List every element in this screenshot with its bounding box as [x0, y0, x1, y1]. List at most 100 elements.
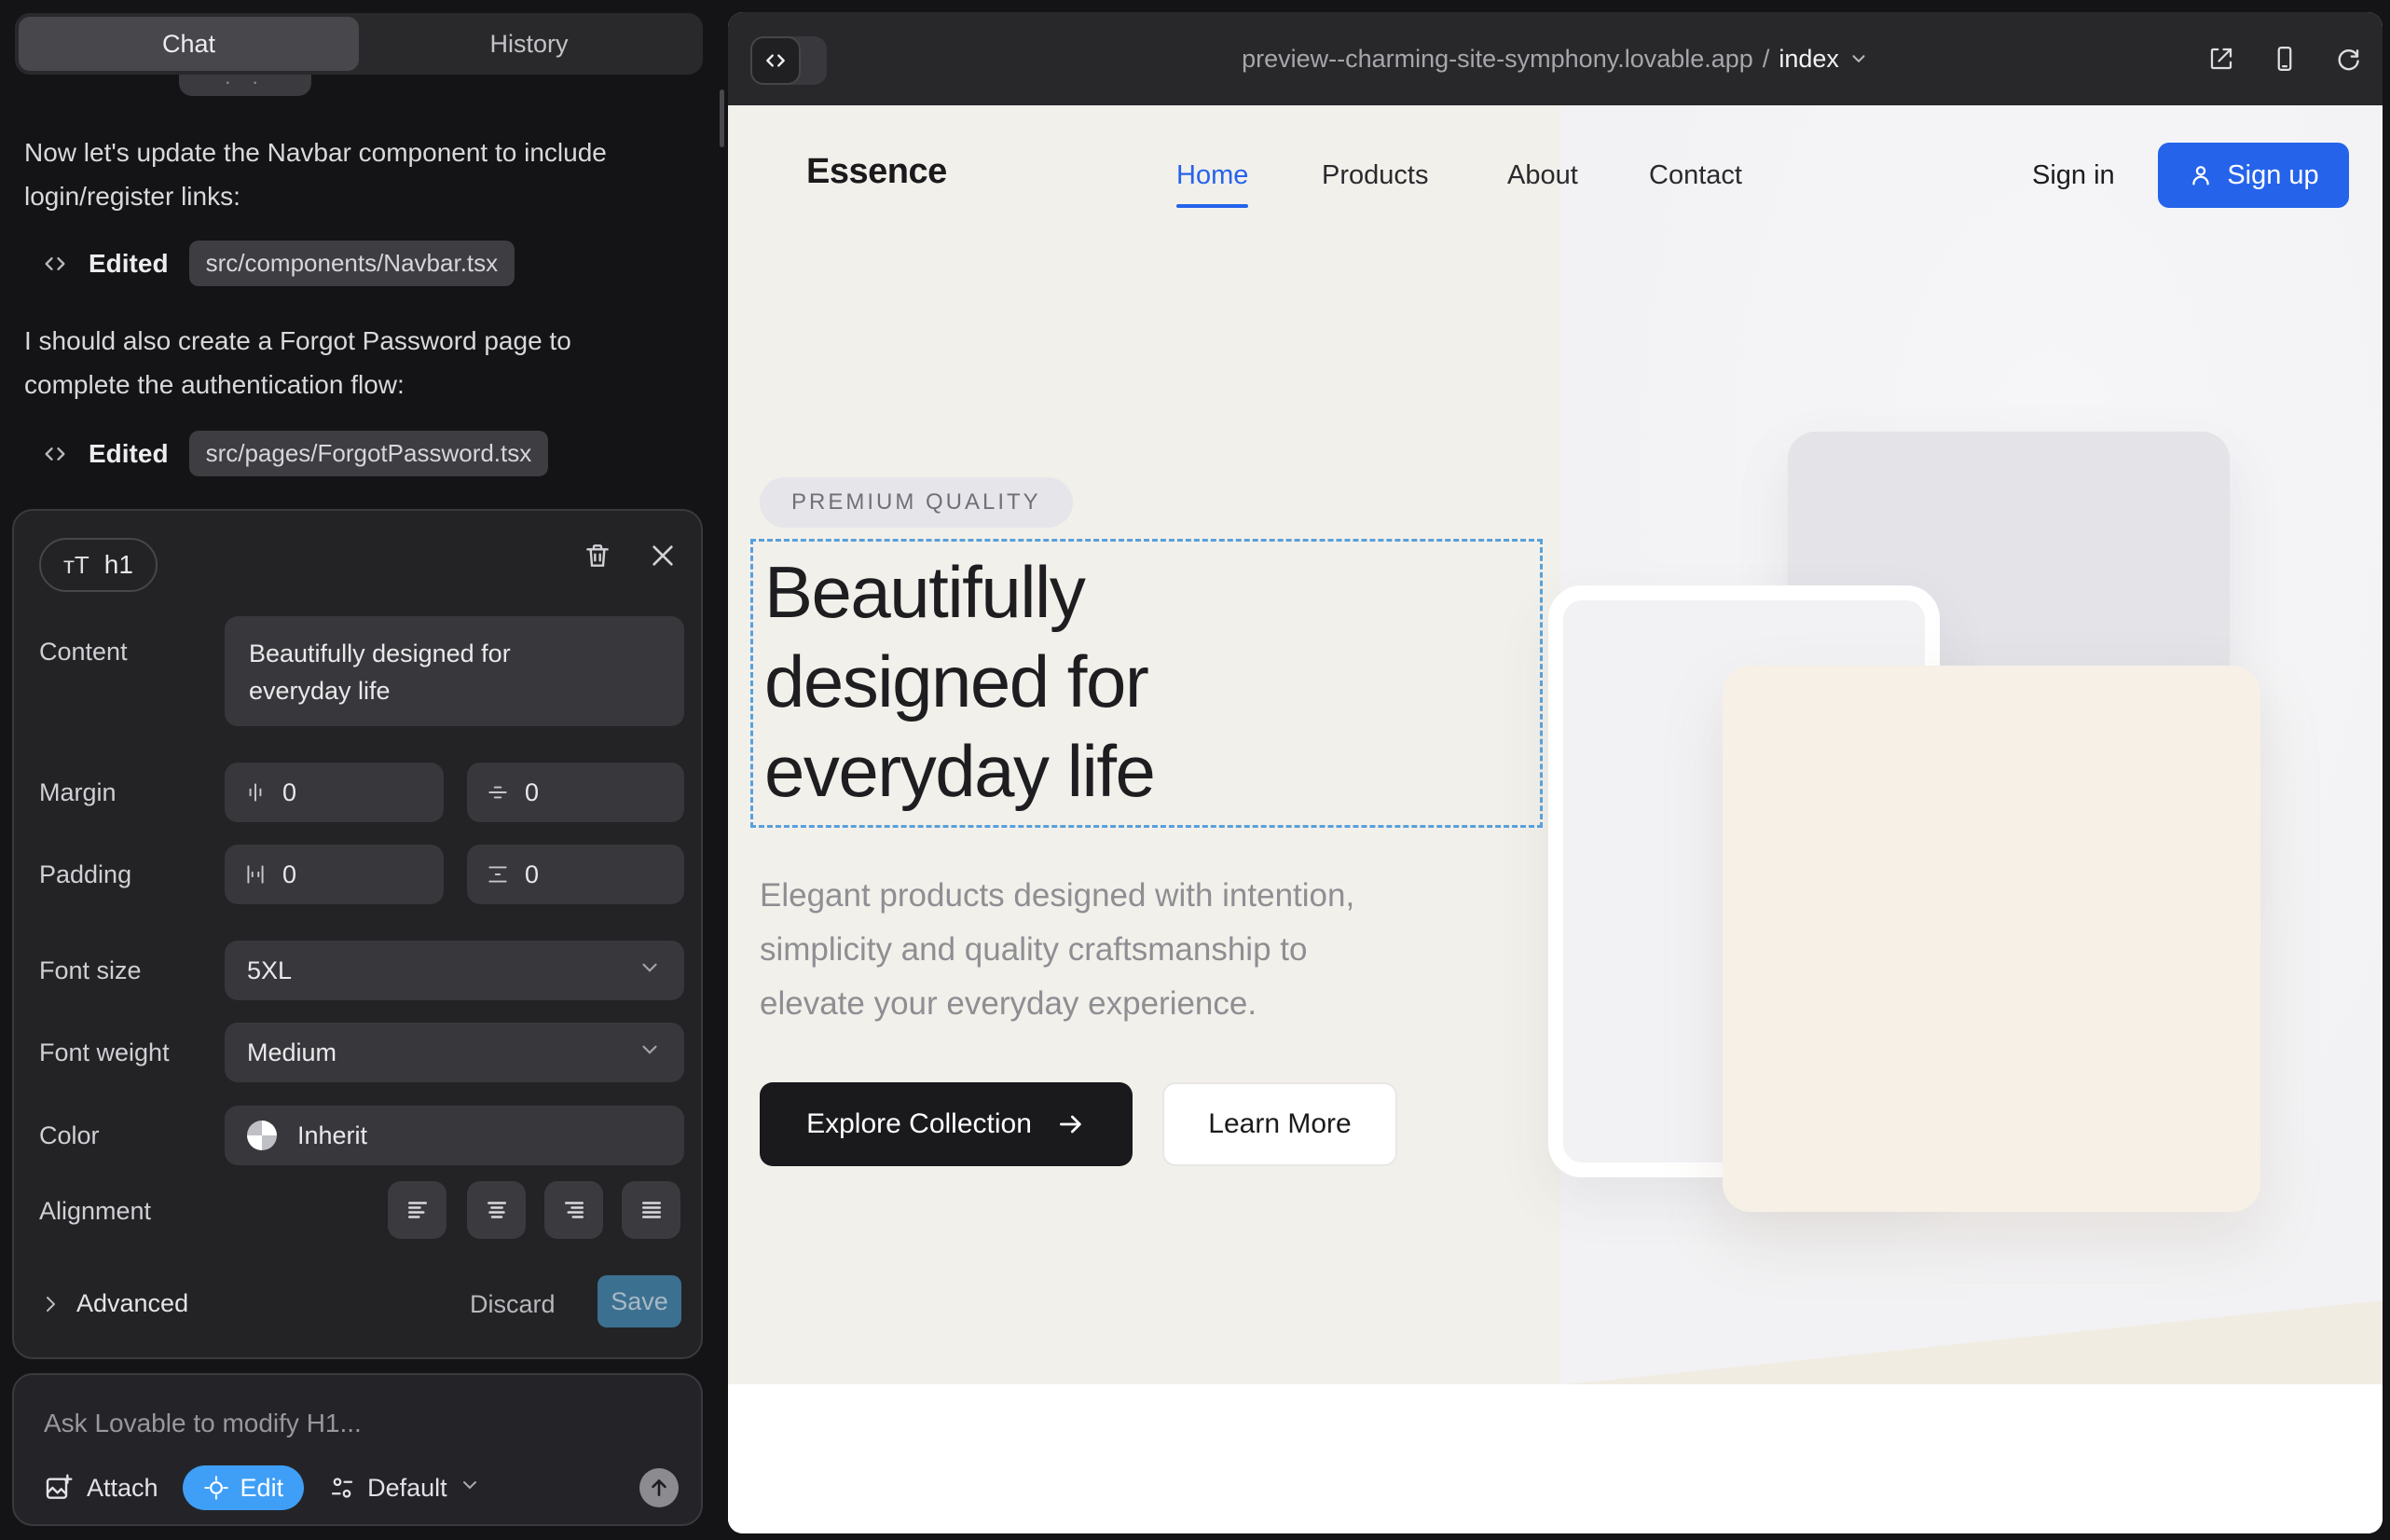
trash-icon: [583, 541, 612, 571]
font-size-value: 5XL: [247, 956, 292, 985]
delete-element-button[interactable]: [583, 541, 614, 572]
nav-link-home[interactable]: Home: [1176, 160, 1248, 191]
font-size-select[interactable]: 5XL: [225, 941, 684, 1000]
app: Chat History · · Now let's update the Na…: [0, 0, 2390, 1540]
align-right-button[interactable]: [544, 1181, 603, 1239]
site-logo[interactable]: Essence: [806, 152, 947, 192]
code-view-segment[interactable]: [750, 36, 801, 85]
explore-collection-button[interactable]: Explore Collection: [760, 1082, 1133, 1166]
align-left-button[interactable]: [388, 1181, 446, 1239]
preferences-icon: [328, 1474, 356, 1502]
sidebar-tabbar: Chat History: [15, 13, 703, 75]
send-button[interactable]: [639, 1468, 679, 1507]
url-breadcrumb[interactable]: preview--charming-site-symphony.lovable.…: [728, 12, 2383, 105]
tab-history[interactable]: History: [359, 17, 699, 71]
arrow-up-icon: [647, 1476, 671, 1500]
advanced-toggle[interactable]: Advanced: [39, 1289, 188, 1318]
file-chip[interactable]: src/components/Navbar.tsx: [189, 241, 515, 286]
code-icon: [763, 48, 788, 73]
padding-x-icon: [243, 862, 268, 887]
font-weight-label: Font weight: [39, 1038, 170, 1067]
explore-collection-label: Explore Collection: [806, 1108, 1032, 1140]
margin-y-input[interactable]: 0: [467, 763, 684, 822]
sign-up-button[interactable]: Sign up: [2158, 143, 2349, 208]
edit-mode-button[interactable]: Edit: [183, 1465, 305, 1510]
edited-file-row: Edited src/pages/ForgotPassword.tsx: [42, 431, 548, 476]
edited-label: Edited: [89, 439, 169, 469]
chat-message: Now let's update the Navbar component to…: [24, 131, 682, 218]
padding-x-input[interactable]: 0: [225, 845, 444, 904]
edited-label: Edited: [89, 249, 169, 279]
chevron-down-icon: [638, 956, 662, 986]
close-panel-button[interactable]: [648, 541, 680, 572]
element-editor-panel: тT h1 Content Beautifully designed for e…: [12, 509, 703, 1359]
advanced-label: Advanced: [76, 1289, 188, 1318]
preview-frame: preview--charming-site-symphony.lovable.…: [728, 12, 2383, 1533]
attach-button[interactable]: Attach: [44, 1473, 158, 1503]
sign-up-label: Sign up: [2227, 160, 2318, 191]
color-swatch-transparent: [247, 1121, 277, 1150]
learn-more-button[interactable]: Learn More: [1162, 1082, 1397, 1166]
font-weight-select[interactable]: Medium: [225, 1023, 684, 1082]
padding-label: Padding: [39, 860, 131, 889]
content-value: Beautifully designed for everyday life: [249, 635, 596, 709]
chat-sidebar: Chat History · · Now let's update the Na…: [0, 0, 716, 1540]
color-select[interactable]: Inherit: [225, 1106, 684, 1165]
font-size-label: Font size: [39, 956, 142, 985]
color-value: Inherit: [297, 1121, 367, 1150]
nav-link-products[interactable]: Products: [1322, 160, 1428, 191]
edit-label: Edit: [240, 1474, 284, 1503]
url-page: index: [1779, 45, 1839, 74]
refresh-icon: [2334, 45, 2362, 73]
url-separator: /: [1763, 45, 1770, 74]
prompt-input[interactable]: Ask Lovable to modify H1...: [44, 1409, 362, 1438]
nav-link-about[interactable]: About: [1507, 160, 1578, 191]
padding-y-input[interactable]: 0: [467, 845, 684, 904]
prompt-box: Ask Lovable to modify H1... Attach Edit …: [12, 1373, 703, 1526]
next-section: [728, 1384, 2383, 1533]
mode-select[interactable]: Default: [328, 1474, 481, 1503]
sign-in-link[interactable]: Sign in: [2032, 160, 2115, 191]
browser-bar: preview--charming-site-symphony.lovable.…: [728, 12, 2383, 105]
save-button[interactable]: Save: [598, 1275, 681, 1327]
chevron-down-icon: [638, 1038, 662, 1068]
mode-label: Default: [367, 1474, 447, 1503]
margin-y-icon: [486, 780, 510, 804]
selected-element-outline[interactable]: Beautifully designed for everyday life: [750, 539, 1543, 828]
nav-link-contact[interactable]: Contact: [1649, 160, 1742, 191]
content-input[interactable]: Beautifully designed for everyday life: [225, 616, 684, 726]
align-center-icon: [483, 1196, 511, 1224]
margin-y-value: 0: [525, 778, 539, 807]
margin-x-input[interactable]: 0: [225, 763, 444, 822]
external-link-icon: [2207, 45, 2235, 73]
mobile-view-button[interactable]: [2271, 45, 2299, 73]
edited-file-row: Edited src/components/Navbar.tsx: [42, 241, 515, 286]
code-icon: [42, 251, 68, 277]
scrolled-chip-partial: · ·: [179, 75, 311, 96]
attach-label: Attach: [87, 1474, 158, 1503]
close-icon: [648, 541, 678, 571]
padding-y-value: 0: [525, 860, 539, 889]
browser-actions: [2207, 12, 2362, 105]
margin-x-value: 0: [282, 778, 296, 807]
file-chip[interactable]: src/pages/ForgotPassword.tsx: [189, 431, 549, 476]
sidebar-scrollbar[interactable]: [720, 89, 724, 147]
target-icon: [203, 1475, 229, 1501]
arrow-right-icon: [1056, 1109, 1086, 1139]
element-tag-name: h1: [104, 550, 133, 580]
discard-button[interactable]: Discard: [470, 1290, 556, 1319]
code-preview-toggle[interactable]: [750, 36, 827, 85]
type-icon: тT: [63, 551, 89, 580]
open-external-button[interactable]: [2207, 45, 2235, 73]
margin-label: Margin: [39, 778, 117, 807]
url-domain: preview--charming-site-symphony.lovable.…: [1242, 45, 1753, 74]
align-justify-button[interactable]: [622, 1181, 680, 1239]
refresh-button[interactable]: [2334, 45, 2362, 73]
align-right-icon: [560, 1196, 588, 1224]
code-icon: [42, 441, 68, 467]
alignment-label: Alignment: [39, 1197, 151, 1226]
margin-x-icon: [243, 780, 268, 804]
align-center-button[interactable]: [467, 1181, 526, 1239]
tab-chat[interactable]: Chat: [19, 17, 359, 71]
chevron-down-icon: [459, 1474, 481, 1503]
